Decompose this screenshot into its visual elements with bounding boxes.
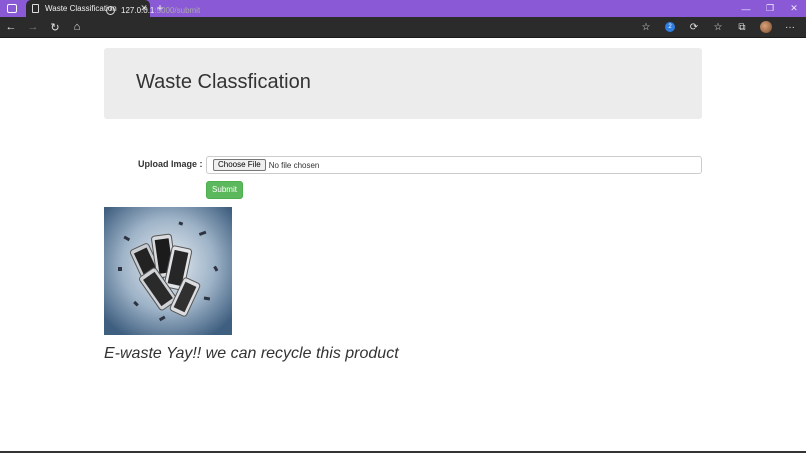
extension-icon[interactable]: 2	[658, 17, 682, 37]
window-controls: — ❐ ✕	[734, 0, 806, 17]
favorites-icon[interactable]: ☆	[706, 17, 730, 37]
forward-arrow-icon[interactable]: →	[22, 17, 44, 37]
address-bar[interactable]: i 127.0.0.1 :5000/submit	[100, 2, 660, 18]
file-input[interactable]: Choose File No file chosen	[206, 156, 702, 174]
url-path: :5000/submit	[154, 5, 201, 15]
choose-file-button[interactable]: Choose File	[213, 159, 266, 171]
submit-button[interactable]: Submit	[206, 181, 243, 199]
info-icon[interactable]: i	[106, 5, 115, 15]
restore-icon[interactable]: ❐	[758, 0, 782, 17]
toolbar-divider	[0, 37, 806, 38]
collections-icon[interactable]: ⧉	[730, 17, 754, 37]
refresh-icon[interactable]: ↻	[44, 17, 66, 37]
page-icon	[32, 4, 39, 13]
uploaded-product-image	[104, 207, 232, 335]
home-icon[interactable]: ⌂	[66, 17, 88, 37]
back-arrow-icon[interactable]: ←	[0, 17, 22, 37]
page-title: Waste Classfication	[136, 71, 311, 93]
toolbar-right: ☆ 2 ⟳ ☆ ⧉ ···	[634, 17, 802, 37]
add-favorite-icon[interactable]: ☆	[634, 17, 658, 37]
upload-image-label: Upload Image :	[138, 159, 203, 169]
classification-result: E-waste Yay!! we can recycle this produc…	[104, 345, 399, 362]
url-host: 127.0.0.1	[121, 5, 155, 15]
profile-avatar[interactable]	[754, 17, 778, 37]
sync-icon[interactable]: ⟳	[682, 17, 706, 37]
minimize-icon[interactable]: —	[734, 0, 758, 17]
close-window-icon[interactable]: ✕	[782, 0, 806, 17]
header-jumbotron: Waste Classfication	[104, 48, 702, 119]
no-file-text: No file chosen	[268, 160, 320, 170]
tab-actions-icon[interactable]	[4, 1, 20, 16]
more-options-icon[interactable]: ···	[778, 17, 802, 37]
